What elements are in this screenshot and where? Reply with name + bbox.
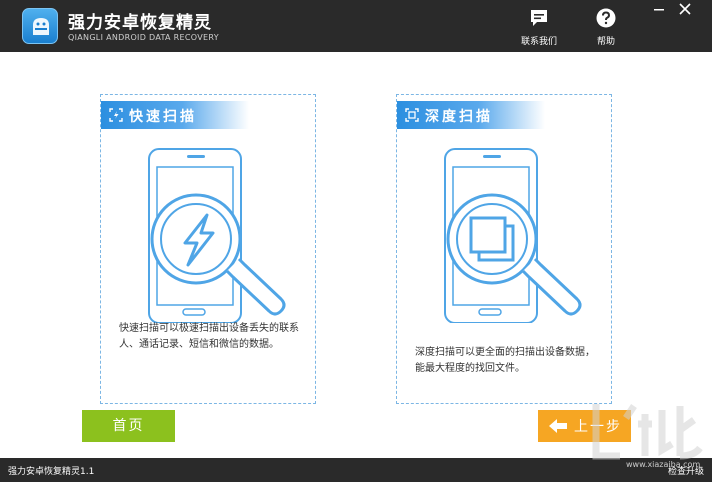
help-icon bbox=[596, 8, 616, 28]
scan-frame-icon bbox=[405, 108, 419, 122]
app-subtitle: QIANGLI ANDROID DATA RECOVERY bbox=[68, 33, 219, 42]
scan-frame-icon bbox=[109, 108, 123, 122]
previous-step-button[interactable]: 上一步 bbox=[538, 410, 631, 442]
phone-layers-magnifier-icon bbox=[444, 148, 582, 323]
phone-lightning-magnifier-icon bbox=[148, 148, 286, 323]
quick-scan-panel[interactable]: 快速扫描 快速扫描可以极速扫描出设备丢失的联系人、通话记录、短信和微信的数据。 bbox=[100, 94, 316, 404]
arrow-left-icon bbox=[549, 419, 567, 433]
deep-scan-description: 深度扫描可以更全面的扫描出设备数据，能最大程度的找回文件。 bbox=[415, 347, 595, 374]
deep-scan-panel[interactable]: 深度扫描 深度扫描可以更全面的扫描出设备数据，能最大程度的找回文件。 bbox=[396, 94, 612, 404]
check-update-link[interactable]: 检查升级 bbox=[668, 464, 704, 477]
close-icon bbox=[679, 3, 691, 15]
quick-scan-title: 快速扫描 bbox=[129, 109, 197, 125]
contact-us-label: 联系我们 bbox=[520, 37, 557, 47]
status-bar: 强力安卓恢复精灵1.1 检查升级 bbox=[0, 458, 712, 482]
app-logo-icon bbox=[22, 8, 58, 44]
chat-icon bbox=[531, 10, 547, 26]
quick-scan-header: 快速扫描 bbox=[101, 101, 249, 129]
minimize-icon bbox=[654, 9, 664, 11]
deep-scan-title: 深度扫描 bbox=[425, 109, 493, 125]
previous-step-label: 上一步 bbox=[574, 419, 622, 435]
deep-scan-header: 深度扫描 bbox=[397, 101, 545, 129]
help-label: 帮助 bbox=[596, 37, 615, 47]
home-button[interactable]: 首页 bbox=[82, 410, 175, 442]
help-button[interactable]: 帮助 bbox=[582, 8, 630, 47]
minimize-button[interactable] bbox=[650, 1, 668, 17]
close-button[interactable] bbox=[676, 1, 694, 17]
contact-us-button[interactable]: 联系我们 bbox=[515, 8, 563, 47]
title-bar: 强力安卓恢复精灵 QIANGLI ANDROID DATA RECOVERY 联… bbox=[0, 0, 712, 52]
quick-scan-description: 快速扫描可以极速扫描出设备丢失的联系人、通话记录、短信和微信的数据。 bbox=[119, 323, 299, 350]
app-title: 强力安卓恢复精灵 bbox=[68, 13, 212, 33]
version-label: 强力安卓恢复精灵1.1 bbox=[8, 467, 95, 477]
